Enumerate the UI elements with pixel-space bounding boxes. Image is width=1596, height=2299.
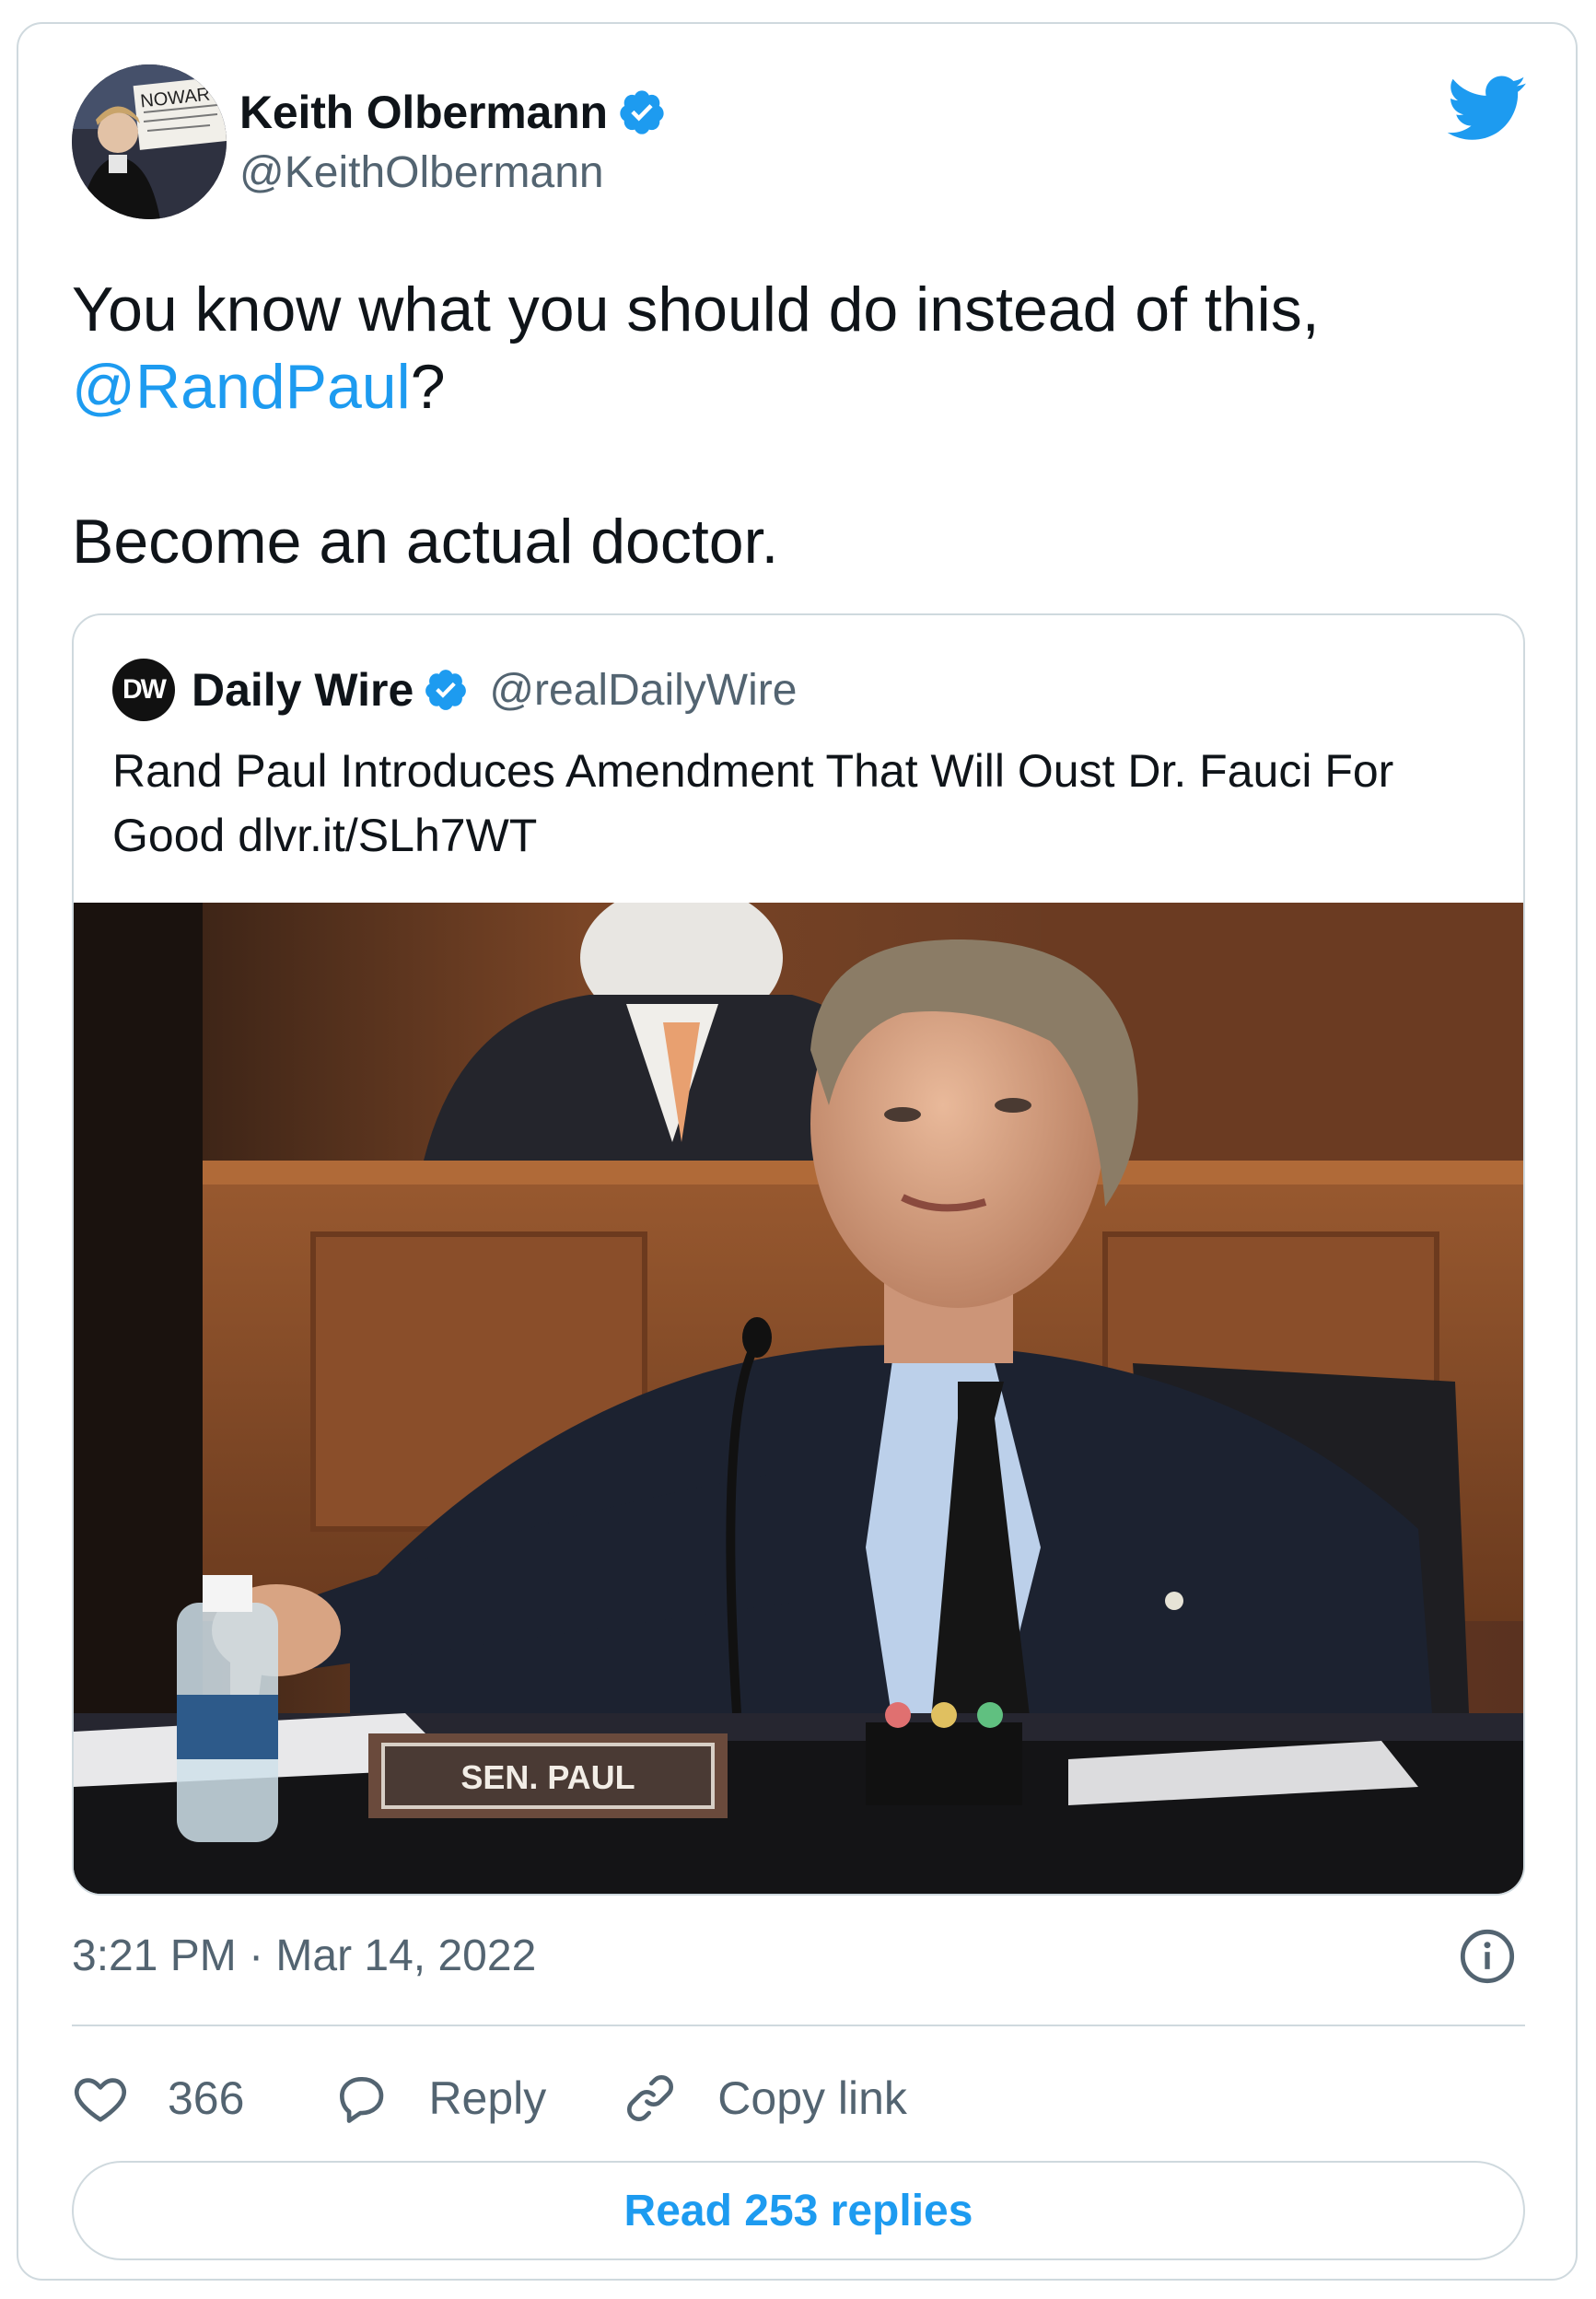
reply-bubble-icon	[340, 2077, 384, 2123]
nameplate-text: SEN. PAUL	[460, 1758, 635, 1796]
twitter-bird-icon[interactable]	[1447, 76, 1528, 142]
author-name[interactable]: Keith Olbermann	[239, 86, 608, 139]
reply-button[interactable]: Reply	[332, 2070, 546, 2127]
tweet-line-1: You know what you should do instead of t…	[72, 274, 1320, 344]
mention-suffix: ?	[410, 352, 446, 422]
read-replies-button[interactable]: Read 253 replies	[72, 2161, 1525, 2260]
mention-link[interactable]: @RandPaul	[72, 352, 411, 422]
tweet-card: NOWAR Keith Olbermann @KeithOlbermann Yo…	[17, 22, 1578, 2281]
quoted-tweet[interactable]: DW Daily Wire @realDailyWire Rand Paul I…	[72, 613, 1525, 1896]
info-icon[interactable]	[1458, 1927, 1517, 1986]
like-button[interactable]: 366	[72, 2070, 244, 2127]
quoted-author-name: Daily Wire	[192, 664, 414, 716]
quoted-author-handle: @realDailyWire	[489, 665, 798, 715]
copy-link-label: Copy link	[717, 2072, 907, 2124]
avatar[interactable]: NOWAR	[72, 64, 227, 219]
author-name-row: Keith Olbermann	[239, 83, 667, 142]
like-count: 366	[168, 2072, 245, 2124]
quoted-tweet-photo[interactable]: SEN. PAUL	[74, 903, 1523, 1894]
daily-wire-logo: DW	[112, 659, 175, 721]
author-block: Keith Olbermann @KeithOlbermann	[239, 83, 667, 198]
heart-icon	[75, 2078, 126, 2122]
author-handle[interactable]: @KeithOlbermann	[239, 147, 667, 198]
divider	[72, 2025, 1525, 2026]
tweet-line-2: @RandPaul?	[72, 348, 1509, 426]
link-icon	[627, 2075, 674, 2121]
tweet-text: You know what you should do instead of t…	[72, 271, 1509, 580]
reply-label: Reply	[428, 2072, 547, 2124]
action-bar: 366 Reply Copy link	[72, 2060, 907, 2137]
tweet-line-3: Become an actual doctor.	[72, 507, 779, 577]
quoted-tweet-text: Rand Paul Introduces Amendment That Will…	[112, 745, 1394, 861]
copy-link-button[interactable]: Copy link	[622, 2070, 907, 2127]
timestamp[interactable]: 3:21 PM · Mar 14, 2022	[72, 1931, 536, 1981]
verified-badge-icon	[425, 670, 467, 710]
quoted-tweet-header: DW Daily Wire @realDailyWire	[112, 658, 797, 722]
verified-badge-icon	[620, 90, 664, 134]
